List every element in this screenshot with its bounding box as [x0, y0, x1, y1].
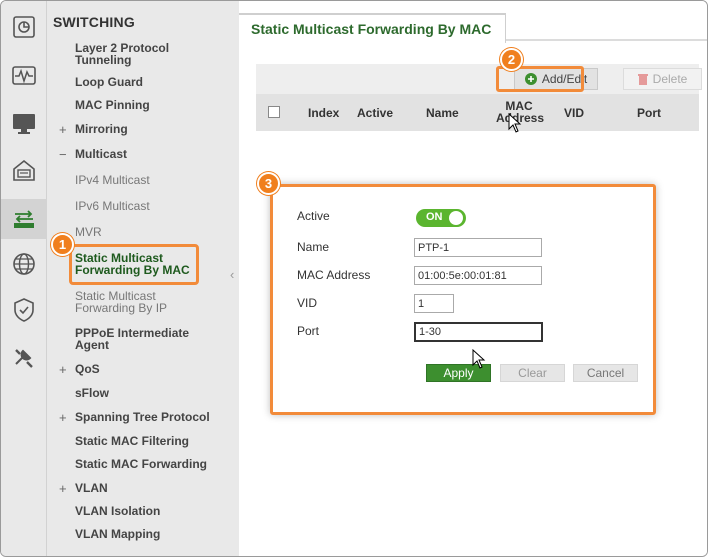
- expand-icon[interactable]: +: [59, 122, 67, 137]
- expand-icon[interactable]: +: [59, 362, 67, 377]
- nav-item-layer2-protocol-tunneling[interactable]: Layer 2 Protocol Tunneling: [75, 42, 195, 66]
- column-active[interactable]: Active: [357, 106, 393, 120]
- mac-address-input[interactable]: [414, 266, 542, 285]
- maintenance-icon[interactable]: [10, 156, 38, 184]
- collapse-icon[interactable]: −: [59, 147, 67, 162]
- monitor-waveform-icon[interactable]: [10, 62, 38, 90]
- name-input[interactable]: [414, 238, 542, 257]
- column-port[interactable]: Port: [637, 106, 661, 120]
- mac-address-label: MAC Address: [297, 268, 371, 282]
- name-label: Name: [297, 240, 330, 254]
- security-shield-icon[interactable]: [10, 296, 38, 324]
- nav-item-static-multicast-forwarding-by-ip[interactable]: Static Multicast Forwarding By IP: [75, 290, 190, 314]
- nav-item-multicast[interactable]: Multicast: [75, 148, 225, 160]
- expand-icon[interactable]: +: [59, 481, 67, 496]
- chevron-left-icon[interactable]: ‹: [230, 267, 234, 282]
- nav-item-pppoe-intermediate-agent[interactable]: PPPoE Intermediate Agent: [75, 327, 200, 351]
- app-window: SWITCHING Layer 2 Protocol Tunneling Loo…: [0, 0, 708, 557]
- nav-item-spanning-tree-protocol[interactable]: Spanning Tree Protocol: [75, 411, 225, 423]
- nav-heading: SWITCHING: [53, 14, 135, 30]
- column-vid[interactable]: VID: [564, 106, 584, 120]
- nav-item-mac-pinning[interactable]: MAC Pinning: [75, 99, 225, 111]
- column-name[interactable]: Name: [426, 106, 459, 120]
- port-label: Port: [297, 324, 320, 338]
- trash-icon: [637, 74, 648, 85]
- cancel-button[interactable]: Cancel: [573, 364, 638, 382]
- mouse-cursor-icon: [508, 113, 522, 133]
- mouse-cursor-icon: [472, 349, 486, 369]
- dashboard-icon[interactable]: [10, 13, 38, 41]
- icon-rail: [1, 1, 47, 556]
- nav-item-vlan-mapping[interactable]: VLAN Mapping: [75, 528, 225, 540]
- nav-item-ipv4-multicast[interactable]: IPv4 Multicast: [75, 174, 225, 186]
- nav-item-mvr[interactable]: MVR: [75, 226, 225, 238]
- nav-item-vlan[interactable]: VLAN: [75, 482, 225, 494]
- column-index[interactable]: Index: [308, 106, 339, 120]
- page-title: Static Multicast Forwarding By MAC: [239, 13, 507, 43]
- nav-item-vlan-isolation[interactable]: VLAN Isolation: [75, 505, 225, 517]
- expand-icon[interactable]: +: [59, 410, 67, 425]
- globe-icon[interactable]: [10, 250, 38, 278]
- display-icon[interactable]: [10, 109, 38, 137]
- vid-input[interactable]: [414, 294, 454, 313]
- active-toggle[interactable]: ON: [416, 209, 466, 227]
- nav-item-static-mac-forwarding[interactable]: Static MAC Forwarding: [75, 458, 225, 470]
- nav-item-static-mac-filtering[interactable]: Static MAC Filtering: [75, 435, 225, 447]
- port-input[interactable]: [414, 322, 543, 342]
- select-all-checkbox[interactable]: [268, 106, 280, 118]
- callout-3: 3: [257, 172, 280, 195]
- table-header: Index Active Name MAC Address VID Port: [256, 94, 699, 131]
- active-label: Active: [297, 209, 330, 223]
- callout-1: 1: [51, 233, 74, 256]
- callout-2: 2: [500, 48, 523, 71]
- selected-item-highlight: [69, 244, 199, 285]
- nav-item-mirroring[interactable]: Mirroring: [75, 123, 225, 135]
- switching-icon[interactable]: [1, 199, 47, 239]
- nav-item-qos[interactable]: QoS: [75, 363, 225, 375]
- nav-item-sflow[interactable]: sFlow: [75, 387, 225, 399]
- vid-label: VID: [297, 296, 318, 310]
- title-bar: Static Multicast Forwarding By MAC: [239, 13, 707, 43]
- toggle-knob: [449, 211, 463, 225]
- nav-item-ipv6-multicast[interactable]: IPv6 Multicast: [75, 200, 225, 212]
- add-edit-dialog: Active ON Name MAC Address VID Port Appl…: [270, 184, 656, 415]
- tools-icon[interactable]: [10, 343, 38, 371]
- nav-item-loop-guard[interactable]: Loop Guard: [75, 76, 225, 88]
- delete-button[interactable]: Delete: [623, 68, 702, 90]
- clear-button[interactable]: Clear: [500, 364, 565, 382]
- toolbar: Add/Edit Delete: [256, 64, 702, 94]
